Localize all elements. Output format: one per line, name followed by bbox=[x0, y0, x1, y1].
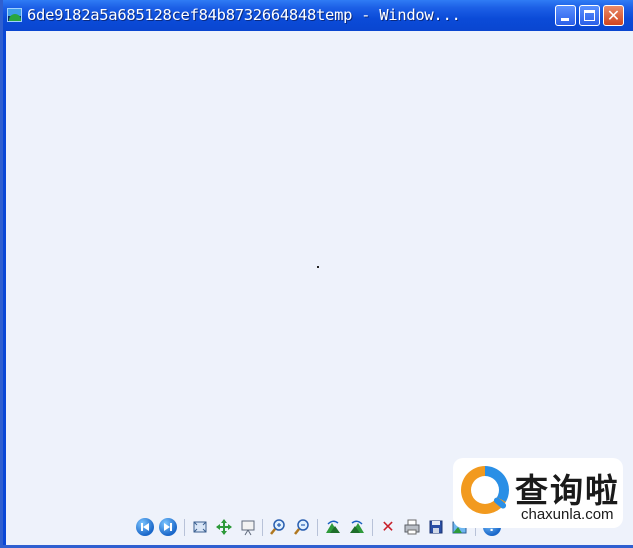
watermark-logo: 查询啦 chaxunla.com bbox=[453, 458, 623, 528]
rotate-clockwise-icon bbox=[324, 520, 342, 540]
next-icon bbox=[159, 521, 177, 540]
zoom-out-button[interactable] bbox=[293, 518, 311, 536]
window-title: 6de9182a5a685128cef84b8732664848temp - W… bbox=[27, 6, 461, 24]
toolbar-separator bbox=[262, 519, 263, 536]
maximize-icon bbox=[584, 10, 595, 21]
zoom-in-button[interactable] bbox=[269, 518, 287, 536]
previous-image-button[interactable] bbox=[136, 518, 154, 536]
toolbar-separator bbox=[372, 519, 373, 536]
maximize-button[interactable] bbox=[579, 5, 600, 26]
rotate-clockwise-button[interactable] bbox=[324, 518, 342, 536]
zoom-in-icon bbox=[269, 519, 287, 540]
close-button[interactable]: ✕ bbox=[603, 5, 624, 26]
actual-size-button[interactable] bbox=[215, 518, 233, 536]
save-copy-button[interactable] bbox=[427, 518, 445, 536]
watermark-chinese-text: 查询啦 bbox=[515, 471, 620, 510]
close-icon: ✕ bbox=[606, 6, 621, 25]
minimize-icon bbox=[561, 18, 569, 21]
print-icon bbox=[403, 519, 421, 540]
rotate-counterclockwise-icon bbox=[348, 520, 366, 540]
delete-icon: ✕ bbox=[381, 517, 395, 536]
image-content bbox=[317, 266, 319, 268]
next-image-button[interactable] bbox=[159, 518, 177, 536]
toolbar-separator bbox=[184, 519, 185, 536]
slideshow-icon bbox=[239, 520, 257, 540]
toolbar-separator bbox=[317, 519, 318, 536]
best-fit-button[interactable] bbox=[191, 518, 209, 536]
image-viewer-window: 6de9182a5a685128cef84b8732664848temp - W… bbox=[0, 0, 633, 548]
picture-viewer-icon bbox=[7, 8, 22, 22]
previous-icon bbox=[136, 521, 154, 540]
save-icon bbox=[427, 520, 445, 540]
best-fit-icon bbox=[191, 521, 209, 540]
watermark-site: chaxunla.com bbox=[521, 506, 614, 523]
actual-size-icon bbox=[215, 519, 233, 540]
title-bar[interactable]: 6de9182a5a685128cef84b8732664848temp - W… bbox=[3, 0, 633, 31]
zoom-out-icon bbox=[293, 519, 311, 540]
minimize-button[interactable] bbox=[555, 5, 576, 26]
rotate-counterclockwise-button[interactable] bbox=[348, 518, 366, 536]
slide-show-button[interactable] bbox=[239, 518, 257, 536]
delete-button[interactable]: ✕ bbox=[379, 518, 397, 536]
print-button[interactable] bbox=[403, 518, 421, 536]
